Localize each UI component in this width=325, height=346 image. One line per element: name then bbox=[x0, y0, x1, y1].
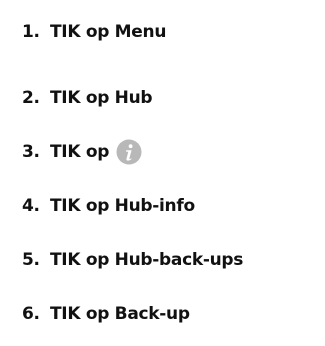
step-2: 2. TIK op Hub bbox=[22, 71, 322, 125]
step-number: 2. bbox=[22, 88, 40, 108]
step-text: TIK op Hub-back-ups bbox=[50, 250, 244, 270]
step-number: 1. bbox=[22, 22, 40, 42]
step-4: 4. TIK op Hub-info bbox=[22, 179, 322, 233]
instruction-steps: 1. TIK op Menu 2. TIK op Hub 3. TIK op 4… bbox=[22, 17, 322, 341]
step-1: 1. TIK op Menu bbox=[22, 17, 322, 47]
info-icon bbox=[116, 139, 142, 165]
step-text: TIK op Hub bbox=[50, 88, 153, 108]
step-3: 3. TIK op bbox=[22, 125, 322, 179]
step-text: TIK op Back-up bbox=[50, 304, 190, 324]
step-number: 6. bbox=[22, 304, 40, 324]
step-number: 4. bbox=[22, 196, 40, 216]
step-text: TIK op Menu bbox=[50, 22, 167, 42]
step-number: 3. bbox=[22, 142, 40, 162]
step-number: 5. bbox=[22, 250, 40, 270]
step-text: TIK op bbox=[50, 142, 110, 162]
step-6: 6. TIK op Back-up bbox=[22, 287, 322, 341]
step-5: 5. TIK op Hub-back-ups bbox=[22, 233, 322, 287]
step-text: TIK op Hub-info bbox=[50, 196, 195, 216]
